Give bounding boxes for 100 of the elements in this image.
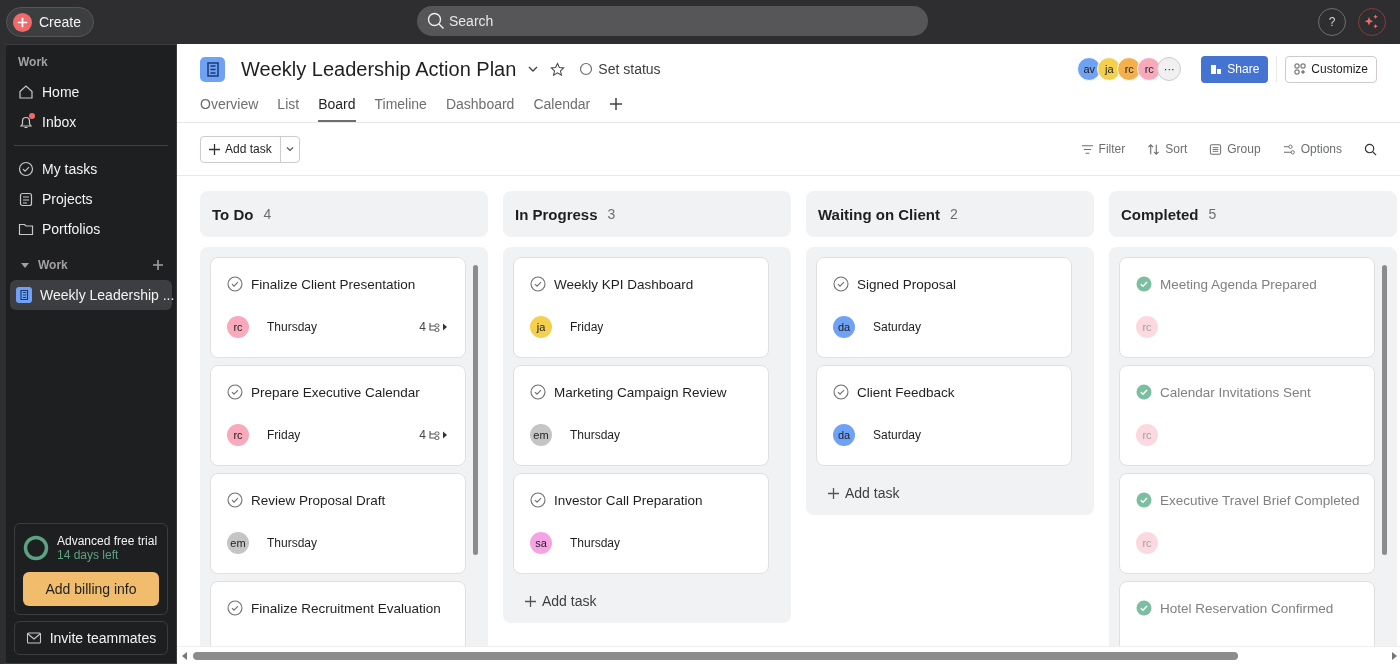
checkmark-icon[interactable]: [530, 492, 546, 508]
scrollbar-thumb[interactable]: [1381, 265, 1387, 555]
toolbar-button[interactable]: Filter: [1080, 142, 1126, 156]
due-date: Saturday: [873, 320, 922, 334]
star-icon[interactable]: [550, 61, 566, 77]
create-button[interactable]: Create: [6, 7, 95, 37]
filter-icon: [1080, 142, 1094, 156]
column-count: 4: [263, 206, 272, 222]
assignee-avatar[interactable]: em: [227, 532, 249, 554]
column-count: 5: [1208, 206, 1217, 222]
task-card[interactable]: Meeting Agenda Prepared rc: [1119, 257, 1375, 358]
section-label: Work: [17, 54, 49, 71]
assignee-avatar[interactable]: rc: [227, 316, 249, 338]
bell-icon: [18, 114, 34, 130]
assignee-avatar[interactable]: da: [833, 316, 855, 338]
plus-icon: [828, 487, 839, 499]
toolbar-button[interactable]: Group: [1209, 142, 1261, 156]
share-button[interactable]: Share: [1201, 55, 1269, 83]
task-card[interactable]: Finalize Client Presentation rc Thursday 4: [210, 257, 466, 358]
set-status-button[interactable]: Set status: [575, 61, 665, 77]
checkmark-icon[interactable]: [227, 492, 243, 508]
view-tab[interactable]: Board: [318, 96, 356, 122]
view-tab[interactable]: Calendar: [533, 96, 591, 122]
plus-icon[interactable]: [609, 97, 624, 111]
checkmark-icon[interactable]: [530, 276, 546, 292]
trial-days-left: 14 days left: [57, 548, 120, 562]
due-date: Saturday: [873, 428, 922, 442]
search-field[interactable]: Search: [417, 6, 928, 36]
assignee-avatar[interactable]: em: [530, 424, 552, 446]
view-tab[interactable]: Overview: [200, 96, 259, 122]
task-card[interactable]: Calendar Invitations Sent rc: [1119, 365, 1375, 466]
invite-button[interactable]: Invite teammates: [14, 621, 168, 655]
project-item[interactable]: Weekly Leadership ...: [10, 280, 172, 310]
assignee-avatar[interactable]: ja: [530, 316, 552, 338]
add-task-split-button[interactable]: Add task: [200, 135, 300, 163]
task-card[interactable]: Weekly KPI Dashboard ja Friday: [513, 257, 769, 358]
circle-icon: [579, 62, 594, 76]
assignee-avatar[interactable]: da: [833, 424, 855, 446]
view-tab[interactable]: List: [277, 96, 300, 122]
subtasks-toggle[interactable]: 4: [419, 428, 449, 442]
due-date: Thursday: [267, 320, 318, 334]
checkmark-icon[interactable]: [1136, 492, 1152, 508]
task-card[interactable]: Review Proposal Draft em Thursday: [210, 473, 466, 574]
task-card[interactable]: Hotel Reservation Confirmed: [1119, 581, 1375, 646]
task-card[interactable]: Executive Travel Brief Completed rc: [1119, 473, 1375, 574]
checkmark-icon[interactable]: [1136, 600, 1152, 616]
caret-icon[interactable]: [20, 260, 30, 270]
sidebar-item[interactable]: My tasks: [10, 154, 172, 184]
task-card[interactable]: Prepare Executive Calendar rc Friday 4: [210, 365, 466, 466]
assignee-avatar[interactable]: sa: [530, 532, 552, 554]
task-title: Calendar Invitations Sent: [1160, 384, 1311, 400]
checkmark-icon[interactable]: [1136, 276, 1152, 292]
task-card[interactable]: Investor Call Preparation sa Thursday: [513, 473, 769, 574]
checkmark-icon[interactable]: [227, 600, 243, 616]
checkmark-icon[interactable]: [227, 276, 243, 292]
add-task-button[interactable]: Add task: [816, 473, 1072, 505]
view-tab[interactable]: Timeline: [374, 96, 427, 122]
toolbar-button[interactable]: Sort: [1147, 142, 1188, 156]
customize-button[interactable]: Customize: [1285, 55, 1377, 83]
plus-icon: [525, 595, 536, 607]
task-title: Finalize Recruitment Evaluation: [251, 600, 441, 616]
subtasks-toggle[interactable]: 4: [419, 320, 449, 334]
due-date: Thursday: [267, 536, 318, 550]
add-task-button[interactable]: Add task: [513, 581, 769, 613]
checkmark-icon[interactable]: [1136, 384, 1152, 400]
checkmark-icon[interactable]: [833, 384, 849, 400]
sidebar-item[interactable]: Home: [10, 77, 172, 107]
sparkle-icon[interactable]: [1358, 8, 1386, 36]
view-tab[interactable]: Dashboard: [445, 96, 515, 122]
plus-icon[interactable]: [152, 259, 164, 271]
task-card[interactable]: Finalize Recruitment Evaluation: [210, 581, 466, 646]
building-icon: [1210, 63, 1223, 75]
task-title: Marketing Campaign Review: [554, 384, 727, 400]
column-title: Waiting on Client: [818, 205, 940, 223]
section-label: Work: [38, 258, 69, 272]
checkmark-icon[interactable]: [833, 276, 849, 292]
scroll-right-icon[interactable]: [1390, 650, 1398, 661]
sidebar-item[interactable]: Portfolios: [10, 214, 172, 244]
home-icon: [18, 84, 34, 100]
plus-icon: [13, 12, 32, 32]
add-billing-button[interactable]: Add billing info: [23, 572, 159, 606]
task-card[interactable]: Signed Proposal da Saturday: [816, 257, 1072, 358]
task-card[interactable]: Client Feedback da Saturday: [816, 365, 1072, 466]
scrollbar-thumb[interactable]: [472, 265, 478, 555]
scrollbar-thumb[interactable]: [193, 651, 1238, 660]
search-icon[interactable]: [1364, 142, 1377, 156]
chevron-down-icon: [284, 144, 295, 154]
toolbar-button[interactable]: Options: [1282, 142, 1342, 156]
checkmark-icon[interactable]: [530, 384, 546, 400]
assignee-avatar[interactable]: rc: [227, 424, 249, 446]
scroll-left-icon[interactable]: [181, 650, 189, 661]
checkmark-icon[interactable]: [227, 384, 243, 400]
task-title: Hotel Reservation Confirmed: [1160, 600, 1334, 616]
sidebar-item[interactable]: Inbox: [10, 107, 172, 137]
add-task-button[interactable]: Add task: [201, 136, 281, 162]
sliders-icon: [1282, 142, 1296, 156]
task-card[interactable]: Marketing Campaign Review em Thursday: [513, 365, 769, 466]
sidebar-item[interactable]: Projects: [10, 184, 172, 214]
more-members-button[interactable]: ···: [1157, 57, 1182, 81]
task-title: Finalize Client Presentation: [251, 276, 416, 292]
